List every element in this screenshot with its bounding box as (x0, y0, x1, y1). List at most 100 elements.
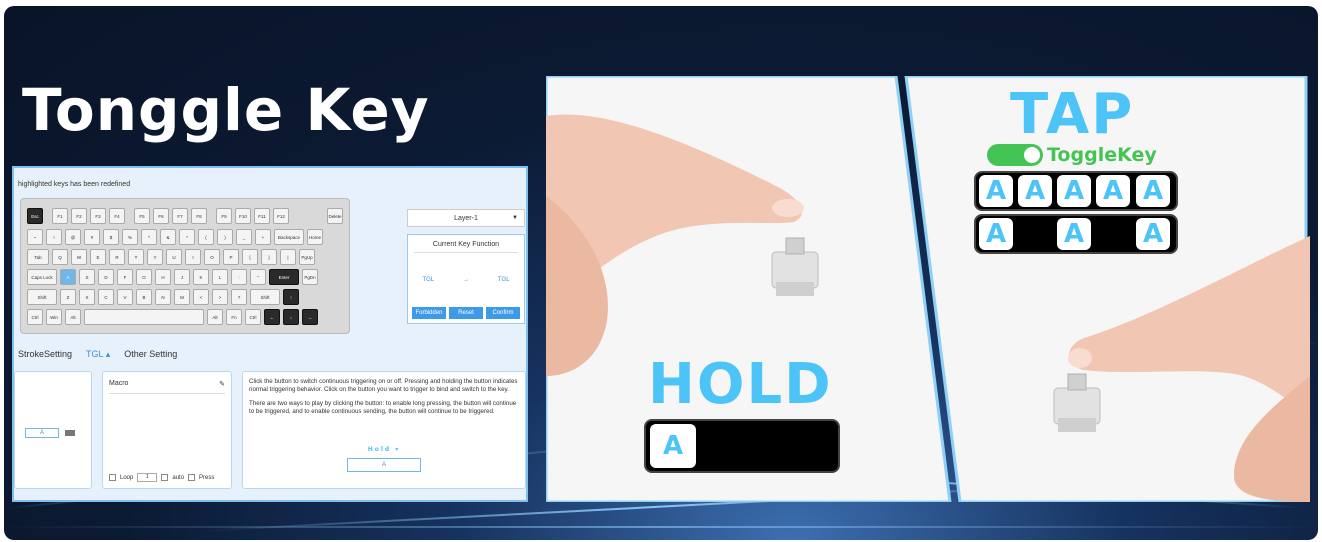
auto-checkbox[interactable] (161, 474, 169, 481)
keyboard-key[interactable]: F7 (172, 208, 188, 224)
key-slot[interactable]: A (25, 428, 59, 438)
keyboard-key[interactable]: F10 (235, 208, 251, 224)
keyboard-key[interactable]: _ (236, 229, 252, 245)
keyboard-key[interactable]: Home (307, 229, 323, 245)
keyboard-key[interactable]: Q (52, 249, 68, 265)
keyboard-key[interactable]: H (155, 269, 171, 285)
tab-stroke-setting[interactable]: StrokeSetting (18, 349, 72, 360)
tab-other-setting[interactable]: Other Setting (124, 349, 177, 360)
keyboard-key[interactable]: Ctrl (245, 309, 261, 325)
keyboard-key[interactable]: Delete (327, 208, 343, 224)
chevron-up-icon: ▴ (105, 349, 111, 359)
keyboard-key[interactable]: L (212, 269, 228, 285)
keyboard-key[interactable]: > (212, 289, 228, 305)
keyboard-key[interactable]: Tab (27, 249, 49, 265)
keyboard-key[interactable]: T (128, 249, 144, 265)
forbidden-button[interactable]: Forbidden (412, 307, 446, 319)
keyboard-key[interactable]: Alt (65, 309, 81, 325)
keyboard-key[interactable]: ! (46, 229, 62, 245)
tab-tgl[interactable]: TGL ▴ (86, 349, 110, 360)
keyboard-key[interactable]: N (155, 289, 171, 305)
keyboard-key[interactable]: Shift (250, 289, 280, 305)
software-screenshot: highlighted keys has been redefined Esc F… (12, 166, 528, 502)
layer-select[interactable]: Layer-1 ▼ (407, 209, 525, 227)
keyboard-key[interactable]: R (109, 249, 125, 265)
keyboard-key[interactable]: ) (217, 229, 233, 245)
keyboard-key[interactable]: Fn (226, 309, 242, 325)
keyboard-key[interactable]: + (255, 229, 271, 245)
keyboard-key[interactable]: { (242, 249, 258, 265)
keyboard-key[interactable]: Win (46, 309, 62, 325)
keyboard-key[interactable]: @ (65, 229, 81, 245)
keyboard-key[interactable]: | (280, 249, 296, 265)
bound-key-field[interactable]: A (347, 458, 421, 472)
keyboard-key[interactable]: Ctrl (27, 309, 43, 325)
keyboard-key[interactable]: I (185, 249, 201, 265)
keyboard-key[interactable]: Esc (27, 208, 43, 224)
keyboard-key[interactable]: ~ (27, 229, 43, 245)
arrow-right-icon: → (462, 277, 469, 283)
keyboard-key[interactable]: V (117, 289, 133, 305)
keyboard-key[interactable]: → (302, 309, 318, 325)
keyboard-key[interactable]: Y (147, 249, 163, 265)
keyboard-key[interactable]: " (250, 269, 266, 285)
keyboard-key[interactable] (84, 309, 204, 325)
keyboard-key[interactable]: K (193, 269, 209, 285)
keyboard-key[interactable]: & (160, 229, 176, 245)
keyboard-key[interactable]: S (79, 269, 95, 285)
keyboard-key[interactable]: } (261, 249, 277, 265)
keyboard-key[interactable]: F9 (216, 208, 232, 224)
keyboard-key[interactable]: F8 (191, 208, 207, 224)
keyboard-key[interactable]: ? (231, 289, 247, 305)
keyboard-key[interactable]: F6 (153, 208, 169, 224)
keyboard-key[interactable]: A (60, 269, 76, 285)
keyboard-key[interactable]: D (98, 269, 114, 285)
keyboard-key[interactable]: E (90, 249, 106, 265)
keyboard-key[interactable]: # (84, 229, 100, 245)
keyboard-key[interactable]: * (179, 229, 195, 245)
keyboard-key[interactable]: F4 (109, 208, 125, 224)
keyboard-key[interactable]: ( (198, 229, 214, 245)
keyboard-key[interactable]: F (117, 269, 133, 285)
loop-checkbox[interactable] (109, 474, 116, 481)
keyboard-key[interactable]: F3 (90, 208, 106, 224)
keyboard-key[interactable]: % (122, 229, 138, 245)
keyboard-key[interactable]: F11 (254, 208, 270, 224)
keyboard-key[interactable]: ↑ (283, 289, 299, 305)
keyboard-key[interactable]: M (174, 289, 190, 305)
keyboard-key[interactable]: U (166, 249, 182, 265)
keyboard-key[interactable]: PgUp (299, 249, 315, 265)
keyboard-key[interactable]: W (71, 249, 87, 265)
mode-select[interactable]: Hold ▾ (243, 446, 525, 454)
loop-count-input[interactable]: 1 (137, 473, 158, 482)
keyboard-key[interactable]: PgDn (302, 269, 318, 285)
keyboard-key[interactable]: Enter (269, 269, 299, 285)
edit-icon[interactable]: ✎ (219, 380, 225, 388)
keyboard-key[interactable]: $ (103, 229, 119, 245)
reset-button[interactable]: Reset (449, 307, 483, 319)
settings-tabs: StrokeSetting TGL ▴ Other Setting (18, 349, 177, 360)
keyboard-key[interactable]: Z (60, 289, 76, 305)
keyboard-key[interactable]: G (136, 269, 152, 285)
keyboard-key[interactable]: X (79, 289, 95, 305)
keyboard-key[interactable]: O (204, 249, 220, 265)
confirm-button[interactable]: Confirm (486, 307, 520, 319)
keyboard-key[interactable]: F5 (134, 208, 150, 224)
press-checkbox[interactable] (188, 474, 196, 481)
keyboard-key[interactable]: F1 (52, 208, 68, 224)
keyboard-key[interactable]: F12 (273, 208, 289, 224)
keyboard-key[interactable]: B (136, 289, 152, 305)
keyboard-key[interactable]: : (231, 269, 247, 285)
keyboard-key[interactable]: F2 (71, 208, 87, 224)
keyboard-key[interactable]: C (98, 289, 114, 305)
keyboard-key[interactable]: P (223, 249, 239, 265)
keyboard-key[interactable]: ← (264, 309, 280, 325)
keyboard-key[interactable]: Shift (27, 289, 57, 305)
keyboard-key[interactable]: < (193, 289, 209, 305)
keyboard-key[interactable]: ^ (141, 229, 157, 245)
keyboard-key[interactable]: J (174, 269, 190, 285)
keyboard-key[interactable]: Alt (207, 309, 223, 325)
keyboard-key[interactable]: Caps Lock (27, 269, 57, 285)
keyboard-key[interactable]: Backspace (274, 229, 304, 245)
keyboard-key[interactable]: ↓ (283, 309, 299, 325)
